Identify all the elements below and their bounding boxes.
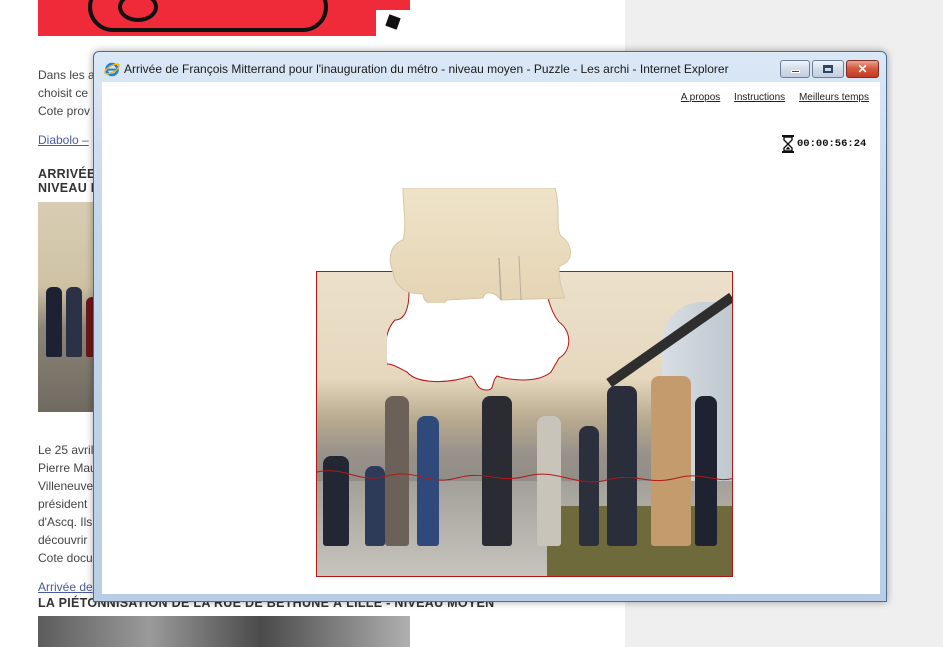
background-paragraph-line: Pierre Mau [38, 461, 97, 475]
title-bar[interactable]: Arrivée de François Mitterrand pour l'in… [94, 52, 886, 82]
hourglass-icon [782, 135, 794, 153]
background-paragraph-line: Dans les a [38, 68, 95, 82]
minimize-icon [790, 70, 800, 73]
background-banner-image [38, 0, 410, 36]
puzzle-loose-piece[interactable] [389, 188, 573, 303]
background-paragraph-line: choisit ce [38, 86, 89, 100]
background-paragraph-line: Le 25 avril [38, 443, 94, 457]
timer: 00:00:56:24 [782, 135, 866, 153]
link-instructions[interactable]: Instructions [734, 92, 785, 103]
internet-explorer-icon [104, 62, 120, 77]
close-button[interactable]: ✕ [846, 60, 879, 78]
background-photo[interactable] [38, 616, 410, 647]
maximize-icon [823, 65, 833, 73]
background-paragraph-line: découvrir [38, 533, 88, 547]
ie-popup-window: Arrivée de François Mitterrand pour l'in… [93, 51, 887, 602]
minimize-button[interactable] [780, 60, 810, 78]
maximize-button[interactable] [812, 60, 844, 78]
background-paragraph-line: Villeneuve [38, 479, 94, 493]
top-links: A propos Instructions Meilleurs temps [670, 92, 869, 103]
timer-value: 00:00:56:24 [797, 138, 867, 150]
background-paragraph-line: président [38, 497, 88, 511]
puzzle-page: A propos Instructions Meilleurs temps 00… [102, 82, 880, 594]
background-heading: ARRIVÉE [38, 167, 96, 181]
background-paragraph-line: d'Ascq. Ils [38, 515, 93, 529]
window-title: Arrivée de François Mitterrand pour l'in… [124, 62, 729, 76]
close-icon: ✕ [857, 62, 868, 76]
link-a-propos[interactable]: A propos [681, 92, 720, 103]
background-link[interactable]: Arrivée de [38, 580, 93, 594]
link-meilleurs-temps[interactable]: Meilleurs temps [799, 92, 869, 103]
background-paragraph-line: Cote docu [38, 551, 93, 565]
background-paragraph-line: Cote prov [38, 104, 91, 118]
background-heading: NIVEAU I [38, 181, 95, 195]
background-link[interactable]: Diabolo – [38, 133, 89, 147]
